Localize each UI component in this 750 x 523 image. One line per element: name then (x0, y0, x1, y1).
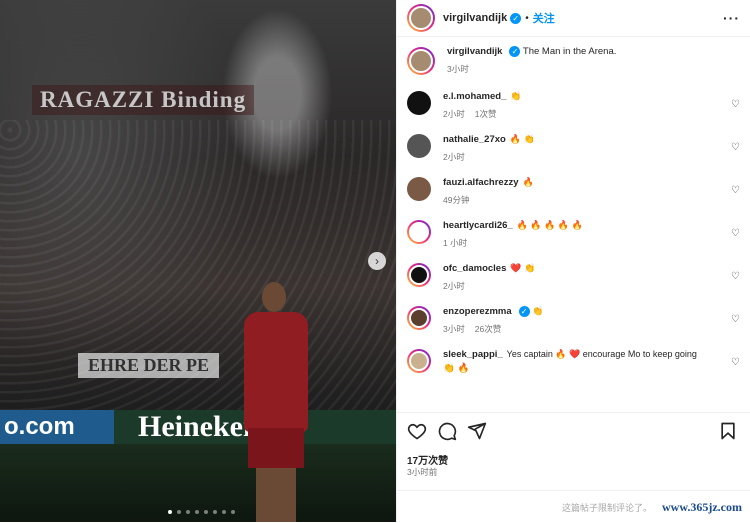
comment-text-continued: 👏 🔥 (443, 363, 470, 374)
comment-item: fauzi.alfachrezzy 🔥 49分钟 ♡ (407, 175, 740, 206)
avatar[interactable] (407, 177, 431, 201)
comment-likes[interactable]: 1次赞 (475, 109, 497, 119)
comment-time: 1 小时 (443, 238, 468, 248)
caption-username[interactable]: virgilvandijk (447, 46, 502, 57)
comment-username[interactable]: nathalie_27xo (443, 134, 506, 145)
heart-icon[interactable]: ♡ (731, 228, 740, 239)
comment-username[interactable]: fauzi.alfachrezzy (443, 177, 519, 188)
action-bar (397, 412, 750, 451)
comment-item: ofc_damocles ❤️ 👏 2小时 ♡ (407, 261, 740, 292)
comment-username[interactable]: enzoperezmma (443, 306, 512, 317)
comment-item: sleek_pappi_ Yes captain 🔥 ❤️ encourage M… (407, 347, 740, 376)
comment-text: 🔥 👏 (509, 134, 535, 144)
comment-icon[interactable] (437, 421, 459, 443)
carousel-dot (195, 510, 199, 514)
avatar[interactable] (407, 47, 435, 75)
avatar[interactable] (407, 4, 435, 32)
comment-text: 🔥 🔥 🔥 🔥 🔥 (516, 220, 583, 230)
comment-item: enzoperezmma ✓ 👏 3小时 26次赞 ♡ (407, 304, 740, 335)
comment-time: 2小时 (443, 152, 465, 162)
comments-limited-bar: 这篇帖子限制评论了。 www.365jz.com (397, 490, 750, 523)
caption: virgilvandijk ✓ The Man in the Arena. 3小时 (407, 45, 740, 75)
comment-time: 2小时 (443, 109, 465, 119)
post-time: 3小时前 (407, 467, 438, 477)
comment-likes[interactable]: 26次赞 (475, 324, 501, 334)
comment-text: 👏 (510, 91, 522, 101)
carousel-dots (168, 510, 235, 514)
carousel-dot (177, 510, 181, 514)
save-icon[interactable] (718, 421, 740, 443)
post-header: virgilvandijk ✓ • 关注 ··· (397, 0, 750, 37)
ad-left-text: o.com (0, 410, 114, 444)
instagram-post-window: RAGAZZI Binding EHRE DER PE o.com Heinek… (0, 0, 750, 522)
avatar[interactable] (407, 306, 431, 330)
comment-item: e.l.mohamed_ 👏 2小时 1次赞 ♡ (407, 89, 740, 120)
comments-list: virgilvandijk ✓ The Man in the Arena. 3小时… (397, 37, 750, 407)
comment-text: Yes captain 🔥 ❤️ encourage Mo to keep go… (506, 349, 697, 359)
heart-icon[interactable]: ♡ (731, 99, 740, 110)
avatar[interactable] (407, 349, 431, 373)
comment-username[interactable]: heartlycardi26_ (443, 220, 513, 231)
heart-icon[interactable]: ♡ (731, 314, 740, 325)
dot-separator: • (525, 12, 529, 24)
comment-text: ❤️ 👏 (510, 263, 536, 273)
verified-icon: ✓ (509, 45, 521, 57)
fan-banner-middle: EHRE DER PE (78, 353, 220, 378)
comment-username[interactable]: e.l.mohamed_ (443, 91, 506, 102)
comment-text: 🔥 (522, 177, 534, 187)
caption-time: 3小时 (447, 64, 469, 74)
comment-time: 49分钟 (443, 195, 470, 205)
post-photo[interactable]: RAGAZZI Binding EHRE DER PE o.com Heinek… (0, 0, 396, 522)
heart-icon[interactable]: ♡ (731, 185, 740, 196)
carousel-dot (186, 510, 190, 514)
comment-time: 3小时 (443, 324, 465, 334)
carousel-dot (231, 510, 235, 514)
carousel-dot (213, 510, 217, 514)
carousel-dot (168, 510, 172, 514)
verified-icon: ✓ (518, 305, 530, 317)
site-watermark: www.365jz.com (662, 499, 742, 514)
avatar[interactable] (407, 91, 431, 115)
comment-username[interactable]: sleek_pappi_ (443, 349, 503, 360)
verified-icon: ✓ (510, 12, 522, 24)
advertising-board: o.com Heineken ★ (0, 408, 396, 446)
more-icon[interactable]: ··· (723, 10, 740, 26)
avatar[interactable] (407, 263, 431, 287)
carousel-next-button[interactable]: › (368, 252, 386, 270)
follow-button[interactable]: 关注 (533, 10, 555, 26)
carousel-dot (204, 510, 208, 514)
comment-username[interactable]: ofc_damocles (443, 263, 506, 274)
likes-count[interactable]: 17万次赞 (407, 452, 448, 467)
comments-limited-text: 这篇帖子限制评论了。 (562, 502, 653, 513)
comment-text: 👏 (532, 306, 544, 316)
comment-item: heartlycardi26_ 🔥 🔥 🔥 🔥 🔥 1 小时 ♡ (407, 218, 740, 249)
heart-icon[interactable]: ♡ (731, 357, 740, 368)
player-figure (238, 282, 314, 522)
heart-icon[interactable]: ♡ (731, 271, 740, 282)
comment-time: 2小时 (443, 281, 465, 291)
heart-icon[interactable] (407, 421, 429, 443)
carousel-dot (222, 510, 226, 514)
avatar[interactable] (407, 134, 431, 158)
heart-icon[interactable]: ♡ (731, 142, 740, 153)
fan-banner-top: RAGAZZI Binding (32, 85, 255, 115)
caption-text: The Man in the Arena. (522, 46, 617, 57)
share-icon[interactable] (467, 421, 489, 443)
header-username[interactable]: virgilvandijk (443, 12, 507, 24)
post-sidebar: virgilvandijk ✓ • 关注 ··· virgilvandijk ✓ … (396, 0, 750, 522)
comment-item: nathalie_27xo 🔥 👏 2小时 ♡ (407, 132, 740, 163)
avatar[interactable] (407, 220, 431, 244)
